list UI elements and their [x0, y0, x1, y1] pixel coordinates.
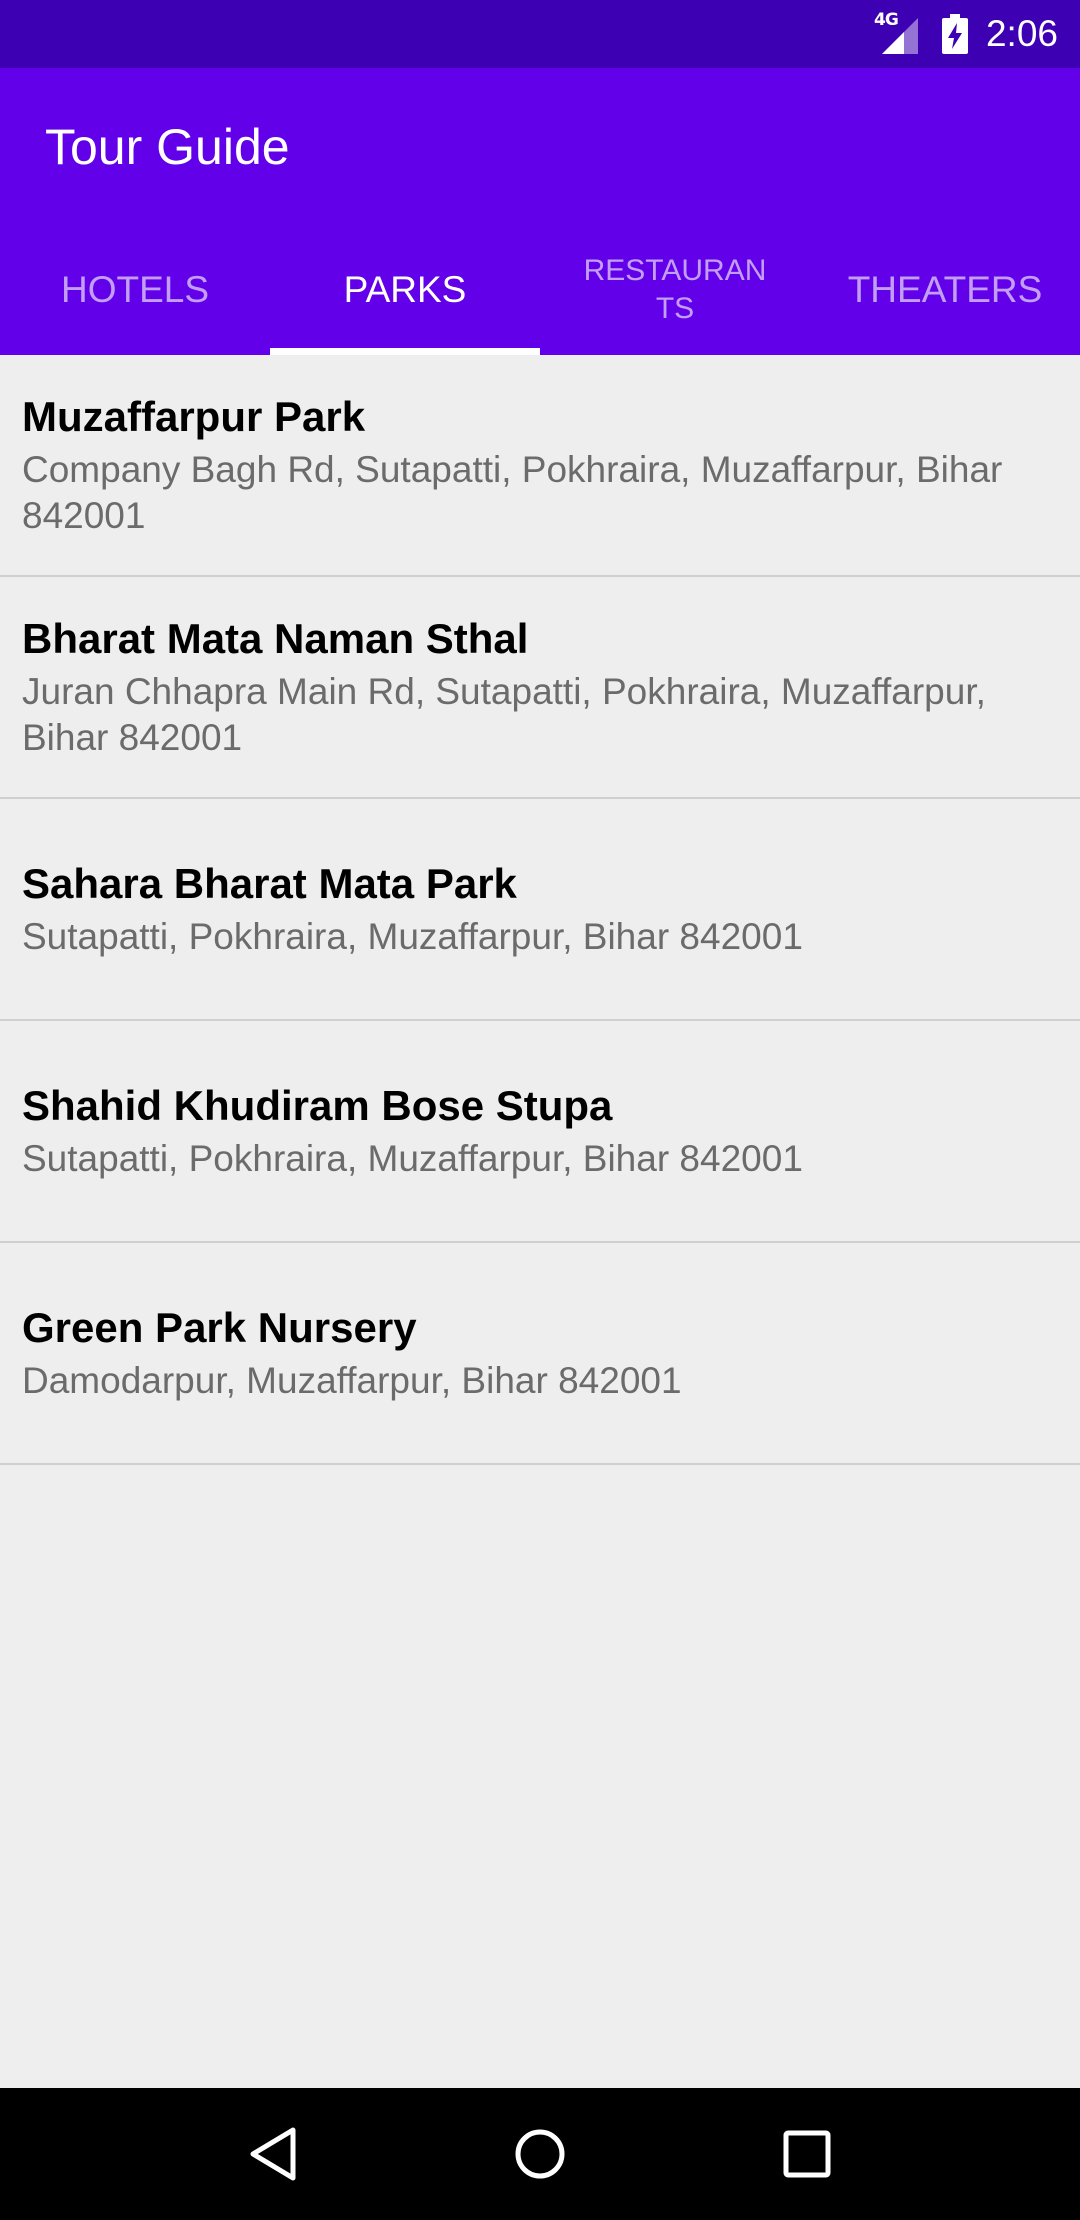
- place-address: Sutapatti, Pokhraira, Muzaffarpur, Bihar…: [22, 916, 803, 957]
- app-title: Tour Guide: [45, 119, 290, 175]
- tab-parks[interactable]: PARKS: [270, 225, 540, 355]
- tab-restaurants[interactable]: RESTAURANTS: [540, 225, 810, 355]
- tab-label: PARKS: [343, 269, 467, 310]
- tab-label: HOTELS: [60, 269, 210, 310]
- list-item[interactable]: Muzaffarpur Park Company Bagh Rd, Sutapa…: [0, 355, 1080, 577]
- screen: 4G 2:06 Tour Guide HOTELS PARKS RESTAURA…: [0, 0, 1080, 2220]
- recents-icon[interactable]: [771, 2118, 843, 2190]
- clock: 2:06: [985, 13, 1058, 54]
- tab-theaters[interactable]: THEATERS: [810, 225, 1080, 355]
- tab-bar: HOTELS PARKS RESTAURANTS THEATERS: [0, 225, 1080, 355]
- list-item[interactable]: Sahara Bharat Mata Park Sutapatti, Pokhr…: [0, 799, 1080, 1021]
- place-address: Sutapatti, Pokhraira, Muzaffarpur, Bihar…: [22, 1138, 803, 1179]
- place-name: Muzaffarpur Park: [22, 393, 366, 440]
- battery-charging-icon: [941, 14, 968, 54]
- home-icon[interactable]: [504, 2118, 576, 2190]
- tab-indicator: [270, 348, 540, 355]
- tab-label: RESTAURANTS: [583, 254, 767, 325]
- place-name: Shahid Khudiram Bose Stupa: [22, 1082, 613, 1129]
- back-icon[interactable]: [237, 2118, 309, 2190]
- place-name: Green Park Nursery: [22, 1304, 417, 1351]
- list-item[interactable]: Shahid Khudiram Bose Stupa Sutapatti, Po…: [0, 1021, 1080, 1243]
- tab-label: THEATERS: [847, 269, 1043, 310]
- status-bar: 4G 2:06: [0, 0, 1080, 68]
- navigation-bar: [0, 2088, 1080, 2220]
- place-name: Sahara Bharat Mata Park: [22, 860, 517, 907]
- list-item[interactable]: Bharat Mata Naman Sthal Juran Chhapra Ma…: [0, 577, 1080, 799]
- place-address: Juran Chhapra Main Rd, Sutapatti, Pokhra…: [22, 671, 986, 758]
- tab-hotels[interactable]: HOTELS: [0, 225, 270, 355]
- place-name: Bharat Mata Naman Sthal: [22, 615, 529, 662]
- place-address: Company Bagh Rd, Sutapatti, Pokhraira, M…: [22, 449, 1003, 536]
- place-address: Damodarpur, Muzaffarpur, Bihar 842001: [22, 1360, 682, 1401]
- app-bar: Tour Guide HOTELS PARKS RESTAURANTS THEA…: [0, 68, 1080, 355]
- signal-icon: 4G: [874, 10, 924, 58]
- list-item[interactable]: Green Park Nursery Damodarpur, Muzaffarp…: [0, 1243, 1080, 1465]
- places-list: Muzaffarpur Park Company Bagh Rd, Sutapa…: [0, 355, 1080, 1465]
